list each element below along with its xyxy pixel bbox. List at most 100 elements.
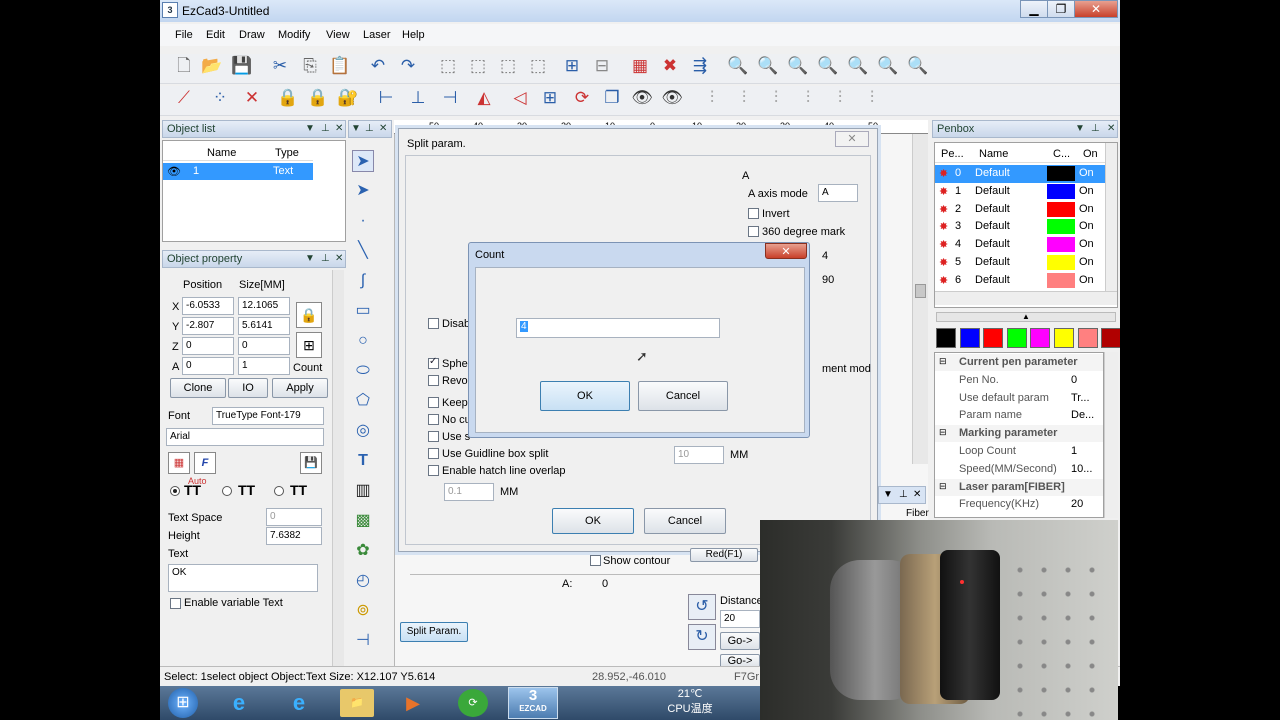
rotate-ccw-icon[interactable]: ↺	[688, 594, 716, 620]
pen-row[interactable]: ✸ 1 Default On	[935, 183, 1105, 201]
lock-icon[interactable]: 🔒	[276, 86, 300, 110]
width-field[interactable]: 12.1065	[238, 297, 290, 315]
color-swatch[interactable]	[1006, 328, 1027, 348]
split-cancel-button[interactable]: Cancel	[644, 508, 726, 534]
ellipse-icon[interactable]: ⬭	[352, 360, 374, 382]
menu-file[interactable]: File	[175, 29, 193, 41]
expand-icon[interactable]: ⊟	[939, 427, 947, 438]
rotate-icon[interactable]: ⟳	[570, 86, 594, 110]
ie-icon[interactable]: e	[224, 689, 254, 717]
menu-draw[interactable]: Draw	[239, 29, 265, 41]
save-icon[interactable]: 💾	[230, 54, 254, 78]
close-panel-icon[interactable]: ✕	[379, 123, 387, 134]
param-row[interactable]: Param name De...	[935, 407, 1103, 424]
color-swatch[interactable]	[1054, 328, 1074, 348]
close-panel-icon[interactable]: ✕	[335, 123, 343, 134]
property-scrollbar[interactable]	[332, 270, 344, 666]
tools-icon[interactable]: ✖	[658, 54, 682, 78]
split-param-button[interactable]: Split Param.	[400, 622, 468, 642]
zoom-select-icon[interactable]: 🔍	[876, 54, 900, 78]
color-swatch[interactable]	[983, 328, 1004, 348]
barcode-icon[interactable]: ▥	[352, 480, 374, 502]
curve-node-icon[interactable]: ⟋	[172, 86, 196, 110]
close-panel-icon[interactable]: ✕	[335, 253, 343, 264]
start-button[interactable]: ⊞	[168, 688, 198, 718]
count-cancel-button[interactable]: Cancel	[638, 381, 728, 411]
input-port-icon[interactable]: ⊚	[352, 600, 374, 622]
align-right-icon[interactable]: ⊣	[438, 86, 462, 110]
dist-icon-2[interactable]: ⫶	[732, 86, 756, 110]
browser-icon[interactable]: ⟳	[458, 689, 488, 717]
pin-icon[interactable]: ⊥	[1091, 123, 1100, 134]
hatch-overlap-checkbox[interactable]	[428, 465, 439, 476]
use-s-checkbox[interactable]	[428, 431, 439, 442]
zoom-icon[interactable]: 🔍	[726, 54, 750, 78]
count-input[interactable]: 4	[516, 318, 720, 338]
y-field[interactable]: -2.807	[182, 317, 234, 335]
invert-checkbox[interactable]	[748, 208, 759, 219]
pen-row[interactable]: ✸ 6 Default On	[935, 272, 1105, 290]
dist-icon-1[interactable]: ⫶	[700, 86, 724, 110]
media-player-icon[interactable]: ▶	[398, 689, 428, 717]
go-button-1[interactable]: Go->	[720, 632, 760, 650]
param-scrollbar[interactable]	[1104, 352, 1118, 518]
keep-checkbox[interactable]	[428, 397, 439, 408]
count-close-button[interactable]: ✕	[765, 243, 807, 259]
zoom-in-icon[interactable]: 🔍	[756, 54, 780, 78]
ezcad-taskbar-button[interactable]: 3 EZCAD	[508, 687, 558, 719]
a-field[interactable]: 0	[182, 357, 234, 375]
menu-edit[interactable]: Edit	[206, 29, 225, 41]
distort-icon[interactable]: ◁	[508, 86, 532, 110]
node-select-icon[interactable]: ⁘	[208, 86, 232, 110]
mirror-icon[interactable]: ◭	[472, 86, 496, 110]
font-type-select[interactable]: TrueType Font-179	[212, 407, 324, 425]
param-row[interactable]: Speed(MM/Second) 10...	[935, 461, 1103, 478]
hatch-overlap-field[interactable]: 0.1	[444, 483, 494, 501]
pin-icon[interactable]: ⊥	[321, 253, 330, 264]
delete-node-icon[interactable]: ✕	[240, 86, 264, 110]
minimize-button[interactable]: ▁	[1020, 0, 1048, 18]
zoom-plus-icon[interactable]: 🔍	[786, 54, 810, 78]
radio-width[interactable]	[274, 486, 284, 496]
select-arrow-icon[interactable]: ➤	[352, 150, 374, 172]
fiber-tab[interactable]: Fiber	[906, 508, 929, 519]
output-port-icon[interactable]: ⊣	[352, 630, 374, 652]
z2-field[interactable]: 0	[238, 337, 290, 355]
dropdown-icon[interactable]: ▼	[351, 123, 361, 134]
color-swatch[interactable]	[959, 328, 980, 348]
rectangle-icon[interactable]: ▭	[352, 300, 374, 322]
close-panel-icon[interactable]: ✕	[913, 489, 921, 500]
window-icon[interactable]: ❐	[600, 86, 624, 110]
dist-icon-5[interactable]: ⫶	[828, 86, 852, 110]
redo-icon[interactable]: ↷	[396, 54, 420, 78]
object-row[interactable]: 👁 1 Text	[163, 163, 313, 180]
param-row[interactable]: Pen No. 0	[935, 372, 1103, 389]
a-axis-mode-select[interactable]: A	[818, 184, 858, 202]
circle-icon[interactable]: ○	[352, 330, 374, 352]
close-button[interactable]: ✕	[1074, 0, 1118, 18]
font-f-icon[interactable]: F	[194, 452, 216, 474]
collapse-arrow-icon[interactable]: ▲	[936, 312, 1116, 322]
distance-field[interactable]: 20	[720, 610, 760, 628]
pen-row[interactable]: ✸ 0 Default On	[935, 165, 1105, 183]
count-ok-button[interactable]: OK	[540, 381, 630, 411]
menu-help[interactable]: Help	[402, 29, 425, 41]
param-group[interactable]: ⊟ Marking parameter	[935, 425, 1103, 443]
menu-view[interactable]: View	[326, 29, 350, 41]
guideline-value-field[interactable]: 10	[674, 446, 724, 464]
text-tool-icon[interactable]: T	[352, 450, 374, 472]
cut-icon[interactable]: ✂	[268, 54, 292, 78]
explorer-icon[interactable]: 📁	[340, 689, 374, 717]
node-edit-icon[interactable]: ⬚	[466, 54, 490, 78]
clock-icon[interactable]: ◴	[352, 570, 374, 592]
hatch-icon[interactable]: ▦	[628, 54, 652, 78]
select-grid-icon[interactable]: ⬚	[436, 54, 460, 78]
color-swatch[interactable]	[1030, 328, 1051, 348]
dot-icon[interactable]: ·	[352, 210, 374, 232]
array-icon[interactable]: ⊞	[538, 86, 562, 110]
hatch-font-icon[interactable]: ▦	[168, 452, 190, 474]
unlock-icon[interactable]: 🔒	[306, 86, 330, 110]
disable-checkbox[interactable]	[428, 318, 439, 329]
save-font-icon[interactable]: 💾	[300, 452, 322, 474]
color-swatch[interactable]	[1101, 328, 1120, 348]
